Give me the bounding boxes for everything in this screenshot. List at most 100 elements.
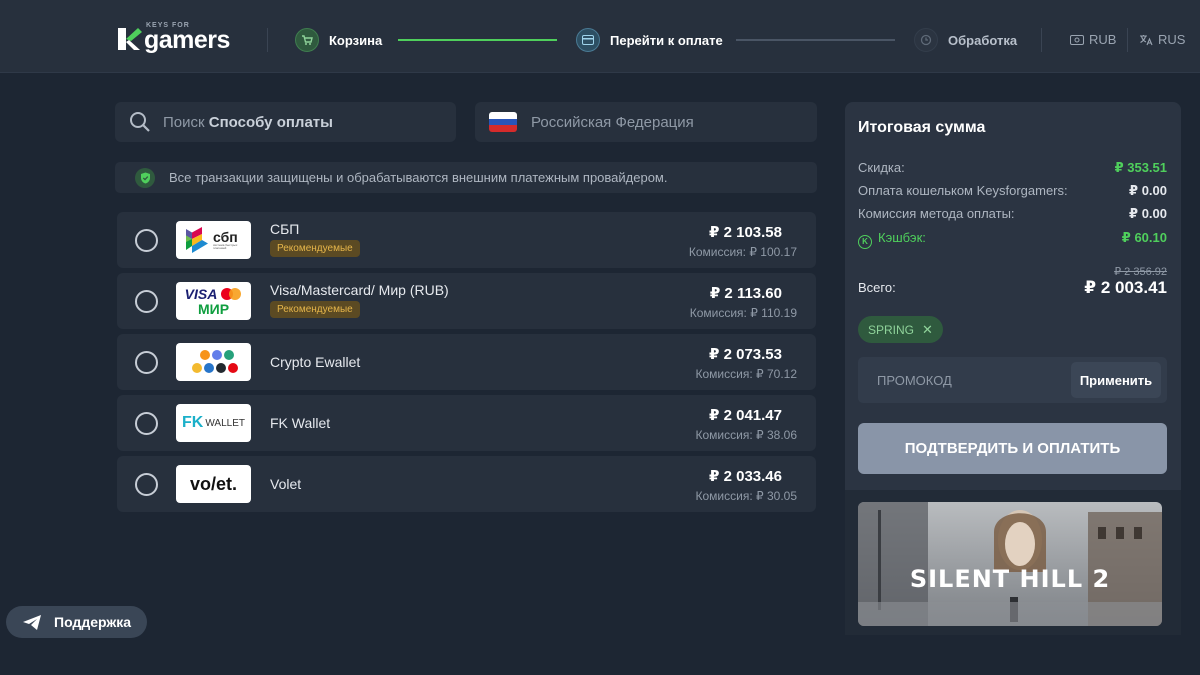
summary-title: Итоговая сумма <box>858 119 986 136</box>
method-fee-value: ₽ 0.00 <box>1129 206 1167 221</box>
apply-promo-button[interactable]: Применить <box>1071 362 1161 398</box>
step-payment-label: Перейти к оплате <box>610 32 723 48</box>
cards-logo: VISA МИР <box>176 282 251 320</box>
sbp-logo: сбп система быстрых платежей <box>176 221 251 259</box>
support-label: Поддержка <box>54 614 132 630</box>
currency-selector[interactable]: RUB <box>1070 32 1116 47</box>
step-progress-line-2 <box>736 39 895 41</box>
method-fee: Комиссия: ₽ 100.17 <box>688 245 797 259</box>
silent-hill-cover-art: SILENT HILL 2 <box>858 502 1162 626</box>
sbp-logo-icon <box>186 227 208 253</box>
step-processing-label: Обработка <box>948 32 1018 48</box>
support-button[interactable]: Поддержка <box>6 606 147 638</box>
game-title-text: SILENT HILL 2 <box>910 565 1110 593</box>
discount-row: Скидка: ₽ 353.51 <box>858 160 1167 178</box>
method-fee: Комиссия: ₽ 30.05 <box>695 489 797 503</box>
header-divider <box>1127 28 1128 52</box>
method-fee: Комиссия: ₽ 38.06 <box>695 428 797 442</box>
crypto-logo <box>176 343 251 381</box>
total-value: ₽ 2 003.41 <box>1084 278 1167 297</box>
mir-logo-text: МИР <box>197 301 230 317</box>
cashback-row: K Кэшбэк: ₽ 60.10 <box>858 230 1167 249</box>
recommended-badge: Рекомендуемые <box>270 301 360 318</box>
payment-methods-list: сбп система быстрых платежей СБП Рекомен… <box>117 212 816 517</box>
translate-icon <box>1140 34 1153 45</box>
radio-button[interactable] <box>135 412 158 435</box>
wallet-logo-text: WALLET <box>205 417 245 429</box>
method-price: ₽ 2 033.46 <box>709 468 782 485</box>
sbp-logo-text: сбп <box>213 229 238 245</box>
sbp-logo-subtext: система быстрых платежей <box>213 243 238 250</box>
wallet-payment-value: ₽ 0.00 <box>1129 183 1167 198</box>
confirm-and-pay-button[interactable]: ПОДТВЕРДИТЬ И ОПЛАТИТЬ <box>858 423 1167 474</box>
method-name: Visa/Mastercard/ Мир (RUB) <box>270 282 449 298</box>
logo-word: gamers <box>144 26 230 54</box>
currency-label: RUB <box>1089 32 1117 47</box>
header-divider <box>267 28 268 52</box>
remove-coupon-icon[interactable]: ✕ <box>922 322 933 338</box>
mastercard-logo-icon <box>221 288 242 300</box>
search-icon <box>130 112 150 132</box>
fkwallet-logo: FK WALLET <box>176 404 251 442</box>
header-divider <box>1041 28 1042 52</box>
shield-icon <box>135 167 155 188</box>
country-selector[interactable]: Российская Федерация <box>475 102 817 142</box>
visa-logo-text: VISA <box>184 286 218 302</box>
method-fee-row: Комиссия метода оплаты: ₽ 0.00 <box>858 206 1167 224</box>
promo-placeholder[interactable]: ПРОМОКОД <box>877 373 952 388</box>
payment-method-volet[interactable]: vo/et. Volet ₽ 2 033.46 Комиссия: ₽ 30.0… <box>117 456 816 512</box>
method-price: ₽ 2 041.47 <box>709 407 782 424</box>
method-price: ₽ 2 073.53 <box>709 346 782 363</box>
money-icon <box>1070 34 1084 45</box>
radio-button[interactable] <box>135 473 158 496</box>
payment-method-cards[interactable]: VISA МИР Visa/Mastercard/ Мир (RUB) Реко… <box>117 273 816 329</box>
method-name: СБП <box>270 221 300 237</box>
payment-method-crypto[interactable]: Crypto Ewallet ₽ 2 073.53 Комиссия: ₽ 70… <box>117 334 816 390</box>
step-cart[interactable]: Корзина <box>295 28 382 52</box>
country-label: Российская Федерация <box>531 113 694 131</box>
fk-logo-text: FK <box>182 414 204 431</box>
cashback-icon: K <box>858 235 872 249</box>
language-selector[interactable]: RUS <box>1139 32 1185 47</box>
clock-icon <box>914 28 938 52</box>
crypto-coins-icon <box>191 350 238 373</box>
promo-code-field[interactable]: ПРОМОКОД Применить <box>858 357 1167 403</box>
security-notice-text: Все транзакции защищены и обрабатываются… <box>169 170 668 185</box>
method-name: Volet <box>270 476 302 492</box>
coupon-code: SPRING <box>868 322 915 337</box>
method-fee: Комиссия: ₽ 70.12 <box>695 367 797 381</box>
step-cart-label: Корзина <box>329 32 383 48</box>
payment-method-fkwallet[interactable]: FK WALLET FK Wallet ₽ 2 041.47 Комиссия:… <box>117 395 816 451</box>
applied-coupon-chip[interactable]: SPRING ✕ <box>858 316 943 343</box>
method-price: ₽ 2 103.58 <box>709 224 782 241</box>
total-label: Всего: <box>858 280 896 295</box>
order-summary-panel: Итоговая сумма Скидка: ₽ 353.51 Оплата к… <box>845 102 1181 490</box>
payment-search-input[interactable]: Поиск Способу оплаты <box>115 102 456 142</box>
radio-button[interactable] <box>135 290 158 313</box>
discount-label: Скидка: <box>858 160 905 175</box>
recommended-badge: Рекомендуемые <box>270 240 360 257</box>
game-cover-image[interactable]: SILENT HILL 2 <box>858 502 1162 626</box>
method-price: ₽ 2 113.60 <box>709 285 782 302</box>
step-processing: Обработка <box>914 28 1017 52</box>
method-name: FK Wallet <box>270 415 331 431</box>
old-total: ₽ 2 356.92 <box>1114 266 1167 278</box>
russia-flag-icon <box>489 112 517 132</box>
payment-method-sbp[interactable]: сбп система быстрых платежей СБП Рекомен… <box>117 212 816 268</box>
site-logo[interactable]: KEYS FOR gamers <box>116 22 246 56</box>
radio-button[interactable] <box>135 229 158 252</box>
method-fee: Комиссия: ₽ 110.19 <box>689 306 797 320</box>
discount-value: ₽ 353.51 <box>1114 160 1167 175</box>
wallet-payment-row: Оплата кошельком Keysforgamers: ₽ 0.00 <box>858 183 1167 201</box>
step-payment[interactable]: Перейти к оплате <box>576 28 723 52</box>
wallet-payment-label: Оплата кошельком Keysforgamers: <box>858 183 1068 198</box>
step-progress-line-1 <box>398 39 557 41</box>
language-label: RUS <box>1158 32 1186 47</box>
top-header: KEYS FOR gamers Корзина Перейти к оплате… <box>0 0 1200 73</box>
logo-k-icon <box>118 28 142 50</box>
method-name: Crypto Ewallet <box>270 354 361 370</box>
cart-items-area: SILENT HILL 2 <box>845 490 1181 635</box>
volet-logo-text: vo/et. <box>189 473 237 494</box>
cart-icon <box>295 28 319 52</box>
radio-button[interactable] <box>135 351 158 374</box>
